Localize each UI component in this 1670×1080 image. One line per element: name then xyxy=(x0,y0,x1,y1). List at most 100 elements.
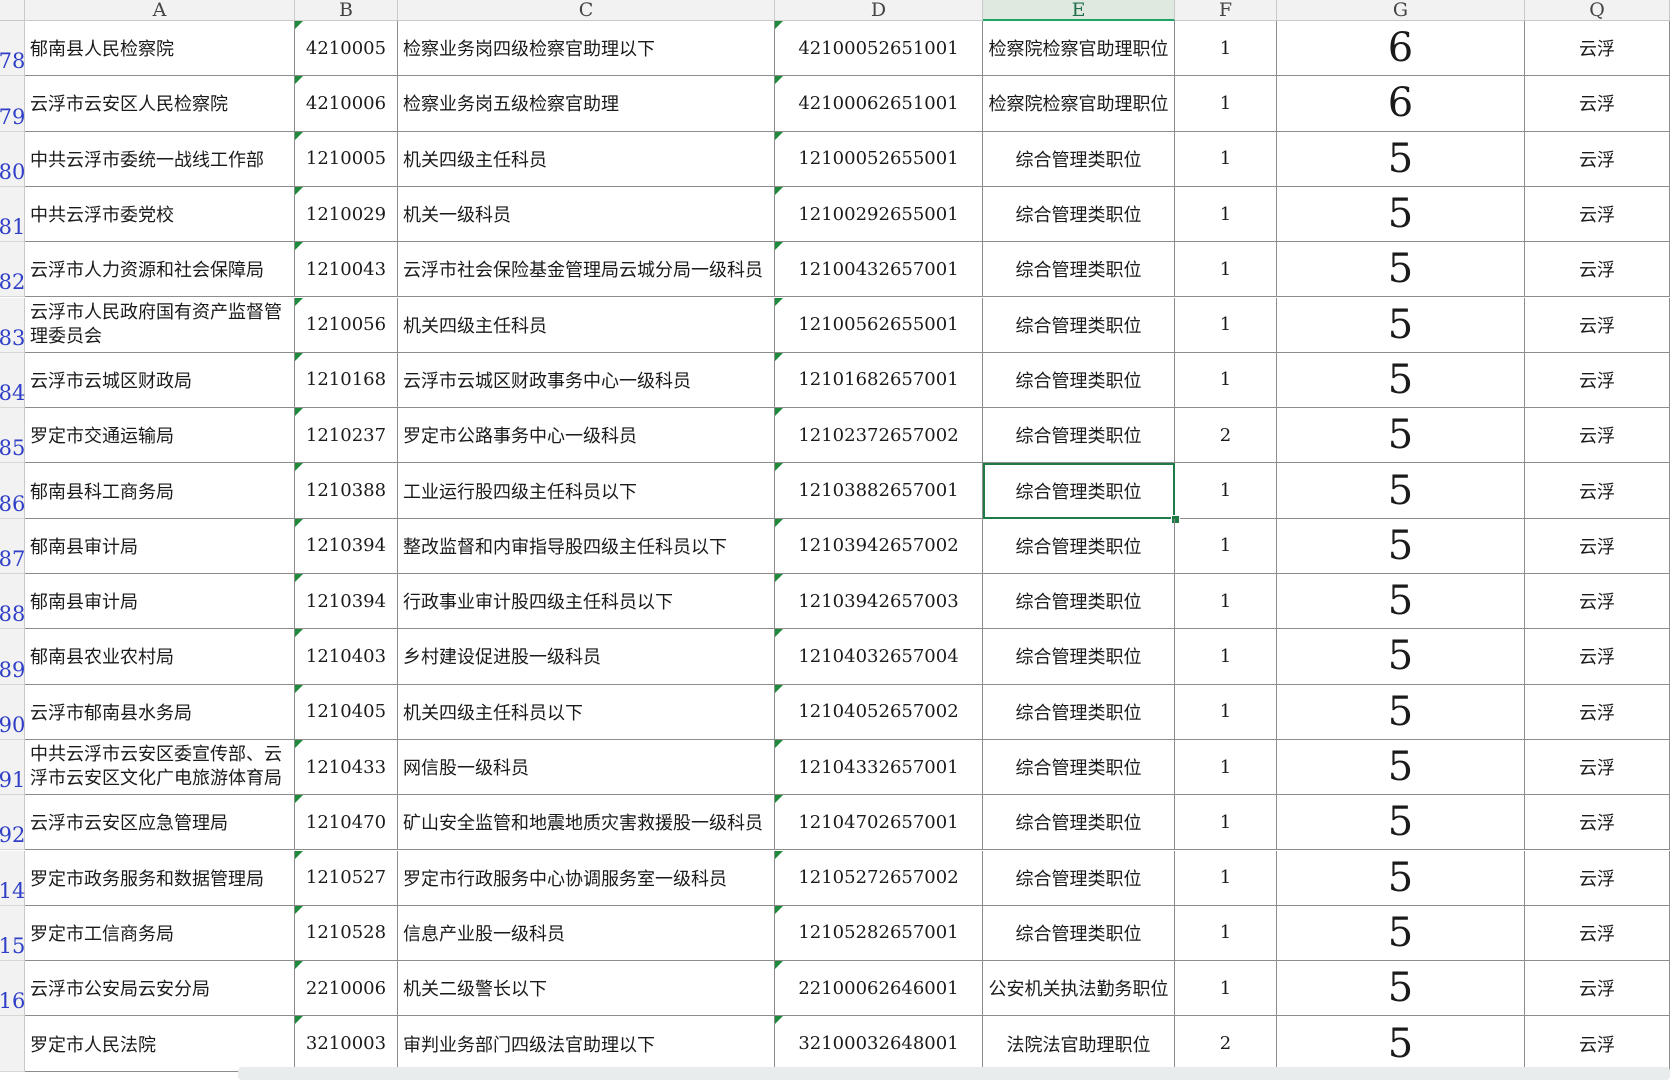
row-header[interactable]: 85 xyxy=(0,408,25,464)
row-header[interactable]: 89 xyxy=(0,629,25,685)
cell-q[interactable]: 云浮 xyxy=(1525,463,1670,519)
cell-b[interactable]: 1210005 xyxy=(295,131,398,187)
cell-g[interactable]: 5 xyxy=(1277,905,1525,962)
cell-f[interactable]: 1 xyxy=(1175,131,1277,187)
cell-q[interactable]: 云浮 xyxy=(1525,961,1670,1017)
cell-b[interactable]: 1210029 xyxy=(295,186,398,243)
cell-b[interactable]: 1210405 xyxy=(295,684,398,740)
cell-q[interactable]: 云浮 xyxy=(1525,242,1670,298)
column-header-g[interactable]: G xyxy=(1277,0,1525,21)
cell-d[interactable]: 12100432657001 xyxy=(775,242,983,298)
cell-c[interactable]: 机关一级科员 xyxy=(398,186,775,243)
cell-a[interactable]: 云浮市云安区应急管理局 xyxy=(25,795,295,851)
cell-q[interactable]: 云浮 xyxy=(1525,795,1670,851)
cell-a[interactable]: 云浮市云城区财政局 xyxy=(25,352,295,409)
cell-c[interactable]: 检察业务岗五级检察官助理 xyxy=(398,76,775,132)
cell-d[interactable]: 12104702657001 xyxy=(775,795,983,851)
cell-q[interactable]: 云浮 xyxy=(1525,518,1670,574)
cell-f[interactable]: 1 xyxy=(1175,76,1277,132)
row-header[interactable]: 92 xyxy=(0,795,25,851)
cell-a[interactable]: 郁南县人民检察院 xyxy=(25,21,295,77)
cell-d[interactable]: 32100032648001 xyxy=(775,1016,983,1072)
cell-e[interactable]: 检察院检察官助理职位 xyxy=(983,21,1175,77)
cell-d[interactable]: 12100562655001 xyxy=(775,297,983,353)
cell-a[interactable]: 中共云浮市委统一战线工作部 xyxy=(25,131,295,187)
cell-g[interactable]: 5 xyxy=(1277,463,1525,519)
cell-c[interactable]: 行政事业审计股四级主任科员以下 xyxy=(398,574,775,630)
cell-c[interactable]: 检察业务岗四级检察官助理以下 xyxy=(398,21,775,77)
cell-b[interactable]: 1210043 xyxy=(295,242,398,298)
cell-a[interactable]: 云浮市云安区人民检察院 xyxy=(25,76,295,132)
cell-b[interactable]: 1210388 xyxy=(295,463,398,519)
column-header-d[interactable]: D xyxy=(775,0,983,21)
cell-d[interactable]: 12104332657001 xyxy=(775,739,983,796)
cell-f[interactable]: 1 xyxy=(1175,629,1277,685)
cell-d[interactable]: 12104032657004 xyxy=(775,629,983,685)
cell-q[interactable]: 云浮 xyxy=(1525,574,1670,630)
cell-d[interactable]: 42100052651001 xyxy=(775,21,983,77)
cell-e[interactable]: 综合管理类职位 xyxy=(983,574,1175,630)
select-all-corner[interactable] xyxy=(0,0,25,21)
cell-d[interactable]: 12100052655001 xyxy=(775,131,983,187)
row-header[interactable]: 82 xyxy=(0,242,25,298)
cell-e[interactable]: 综合管理类职位 xyxy=(983,905,1175,962)
cell-e[interactable]: 综合管理类职位 xyxy=(983,242,1175,298)
cell-q[interactable]: 云浮 xyxy=(1525,21,1670,77)
cell-d[interactable]: 12102372657002 xyxy=(775,408,983,464)
cell-f[interactable]: 1 xyxy=(1175,961,1277,1017)
cell-q[interactable]: 云浮 xyxy=(1525,408,1670,464)
row-header[interactable]: 83 xyxy=(0,297,25,353)
cell-c[interactable]: 矿山安全监管和地震地质灾害救援股一级科员 xyxy=(398,795,775,851)
row-header[interactable]: 16 xyxy=(0,961,25,1017)
row-header[interactable]: 79 xyxy=(0,76,25,132)
cell-e[interactable]: 综合管理类职位 xyxy=(983,186,1175,243)
cell-c[interactable]: 信息产业股一级科员 xyxy=(398,905,775,962)
cell-a[interactable]: 郁南县科工商务局 xyxy=(25,463,295,519)
cell-e[interactable]: 综合管理类职位 xyxy=(983,518,1175,574)
cell-f[interactable]: 1 xyxy=(1175,242,1277,298)
cell-c[interactable]: 机关四级主任科员 xyxy=(398,297,775,353)
row-header[interactable]: 15 xyxy=(0,905,25,962)
cell-f[interactable]: 1 xyxy=(1175,850,1277,906)
cell-q[interactable]: 云浮 xyxy=(1525,905,1670,962)
cell-f[interactable]: 1 xyxy=(1175,684,1277,740)
cell-e[interactable]: 综合管理类职位 xyxy=(983,739,1175,796)
cell-a[interactable]: 郁南县农业农村局 xyxy=(25,629,295,685)
cell-g[interactable]: 5 xyxy=(1277,684,1525,740)
cell-e[interactable]: 公安机关执法勤务职位 xyxy=(983,961,1175,1017)
cell-e[interactable]: 综合管理类职位 xyxy=(983,795,1175,851)
cell-a[interactable]: 罗定市工信商务局 xyxy=(25,905,295,962)
cell-b[interactable]: 2210006 xyxy=(295,961,398,1017)
cell-b[interactable]: 1210394 xyxy=(295,574,398,630)
cell-a[interactable]: 罗定市政务服务和数据管理局 xyxy=(25,850,295,906)
row-header[interactable]: 91 xyxy=(0,739,25,796)
cell-q[interactable]: 云浮 xyxy=(1525,629,1670,685)
cell-a[interactable]: 中共云浮市委党校 xyxy=(25,186,295,243)
cell-e[interactable]: 综合管理类职位 xyxy=(983,408,1175,464)
cell-d[interactable]: 42100062651001 xyxy=(775,76,983,132)
cell-d[interactable]: 12105282657001 xyxy=(775,905,983,962)
cell-g[interactable]: 5 xyxy=(1277,297,1525,353)
cell-g[interactable]: 5 xyxy=(1277,574,1525,630)
cell-e[interactable]: 综合管理类职位 xyxy=(983,850,1175,906)
row-header[interactable]: 84 xyxy=(0,352,25,409)
cell-g[interactable]: 5 xyxy=(1277,795,1525,851)
cell-g[interactable]: 5 xyxy=(1277,961,1525,1017)
cell-q[interactable]: 云浮 xyxy=(1525,850,1670,906)
cell-b[interactable]: 3210003 xyxy=(295,1016,398,1072)
cell-q[interactable]: 云浮 xyxy=(1525,297,1670,353)
column-header-q[interactable]: Q xyxy=(1525,0,1670,21)
cell-a[interactable]: 郁南县审计局 xyxy=(25,518,295,574)
column-header-a[interactable]: A xyxy=(25,0,295,21)
cell-d[interactable]: 12104052657002 xyxy=(775,684,983,740)
cell-c[interactable]: 工业运行股四级主任科员以下 xyxy=(398,463,775,519)
cell-d[interactable]: 12100292655001 xyxy=(775,186,983,243)
cell-f[interactable]: 1 xyxy=(1175,905,1277,962)
row-header[interactable]: 88 xyxy=(0,574,25,630)
cell-f[interactable]: 1 xyxy=(1175,739,1277,796)
cell-g[interactable]: 6 xyxy=(1277,76,1525,132)
cell-d[interactable]: 12105272657002 xyxy=(775,850,983,906)
cell-q[interactable]: 云浮 xyxy=(1525,739,1670,796)
cell-c[interactable]: 网信股一级科员 xyxy=(398,739,775,796)
cell-f[interactable]: 2 xyxy=(1175,408,1277,464)
